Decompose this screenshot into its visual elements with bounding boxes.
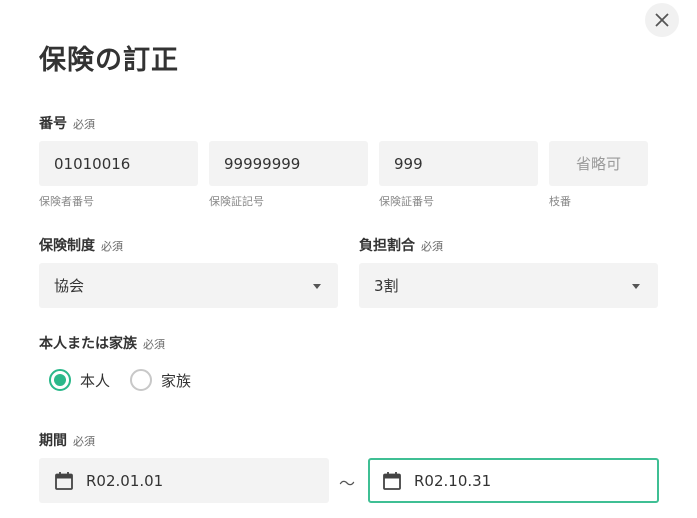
insurance-system-select[interactable]: 協会 [39,263,338,308]
card-symbol-helper: 保険証記号 [209,195,264,208]
required-badge: 必須 [73,118,95,131]
insurer-number-helper: 保険者番号 [39,195,94,208]
number-label: 番号 必須 [39,113,95,133]
dialog-title: 保険の訂正 [39,45,179,76]
insurance-system-label: 保険制度 必須 [39,235,123,255]
radio-self-label: 本人 [80,371,111,390]
calendar-icon [55,471,73,490]
period-start-value: R02.01.01 [86,471,164,490]
card-symbol-input[interactable]: 99999999 [209,141,368,186]
radio-self-circle[interactable] [49,369,71,391]
person-family-label-text: 本人または家族 [39,336,137,352]
close-icon [655,13,669,27]
required-badge: 必須 [101,240,123,253]
insurance-system-label-text: 保険制度 [39,238,95,254]
required-badge: 必須 [73,435,95,448]
period-label: 期間 必須 [39,430,95,450]
radio-self[interactable]: 本人 [49,369,110,391]
copay-ratio-select[interactable]: 3割 [359,263,658,308]
copay-ratio-label-text: 負担割合 [359,238,415,254]
number-label-text: 番号 [39,116,67,132]
period-label-text: 期間 [39,433,67,449]
radio-family-label: 家族 [161,371,192,390]
period-end-value: R02.10.31 [414,471,492,490]
period-start-input[interactable]: R02.01.01 [39,458,329,503]
period-separator: ～ [339,474,356,493]
copay-ratio-label: 負担割合 必須 [359,235,443,255]
person-family-radio-group: 本人 家族 [49,369,211,391]
required-badge: 必須 [421,240,443,253]
person-family-label: 本人または家族 必須 [39,333,165,353]
chevron-down-icon [632,284,640,289]
period-end-input[interactable]: R02.10.31 [368,458,659,503]
required-badge: 必須 [143,338,165,351]
branch-number-input[interactable]: 省略可 [549,141,648,186]
close-button[interactable] [645,3,679,37]
calendar-icon [383,471,401,490]
branch-number-helper: 枝番 [549,195,571,208]
card-number-helper: 保険証番号 [379,195,434,208]
copay-ratio-value: 3割 [374,277,399,295]
radio-family[interactable]: 家族 [130,369,191,391]
insurer-number-input[interactable]: 01010016 [39,141,198,186]
radio-family-circle[interactable] [130,369,153,391]
insurance-system-value: 協会 [54,277,85,295]
card-number-input[interactable]: 999 [379,141,538,186]
chevron-down-icon [313,284,321,289]
